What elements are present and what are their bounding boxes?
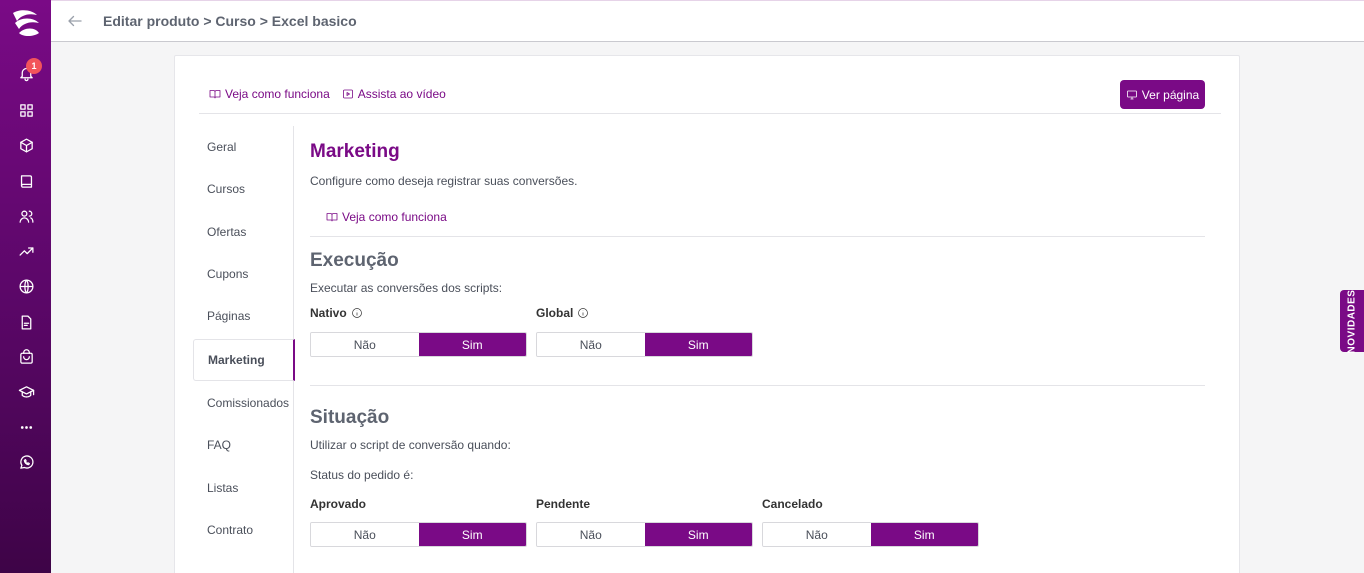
nav-item-faq[interactable]: FAQ xyxy=(193,424,294,466)
nav-item-cupons[interactable]: Cupons xyxy=(193,253,294,295)
nav-item-geral[interactable]: Geral xyxy=(193,126,294,168)
nav-item-ofertas[interactable]: Ofertas xyxy=(193,211,294,253)
nav-item-paginas[interactable]: Páginas xyxy=(193,295,294,337)
top-bar: Editar produto > Curso > Excel basico xyxy=(51,0,1364,42)
pendente-toggle: Não Sim xyxy=(536,522,753,547)
situacao-heading: Situação xyxy=(310,407,390,428)
help-links: Veja como funciona Assista ao vídeo xyxy=(209,87,446,101)
nativo-label: Nativo xyxy=(310,306,363,320)
aprovado-yes-option[interactable]: Sim xyxy=(418,523,526,546)
page-title: Marketing xyxy=(310,141,400,162)
back-arrow-icon[interactable] xyxy=(66,12,84,30)
watch-video-label: Assista ao vídeo xyxy=(357,87,446,101)
product-edit-card: Veja como funciona Assista ao vídeo Ver … xyxy=(174,55,1240,573)
marketing-how-it-works-label: Veja como funciona xyxy=(342,210,447,224)
divider xyxy=(199,113,1221,114)
info-icon[interactable] xyxy=(351,307,363,319)
product-settings-nav: Geral Cursos Ofertas Cupons Páginas Mark… xyxy=(193,126,295,573)
watch-video-link[interactable]: Assista ao vídeo xyxy=(342,87,446,101)
dashboard-icon[interactable] xyxy=(14,98,38,122)
trending-icon[interactable] xyxy=(14,239,38,263)
page-subtitle: Configure como deseja registrar suas con… xyxy=(310,174,578,188)
global-toggle: Não Sim xyxy=(536,332,753,357)
more-dots-icon[interactable] xyxy=(14,415,38,439)
novidades-tab[interactable]: NOVIDADES xyxy=(1340,289,1364,353)
nativo-label-text: Nativo xyxy=(310,306,347,320)
global-no-option[interactable]: Não xyxy=(537,333,645,356)
order-status-label: Status do pedido é: xyxy=(310,468,414,482)
notification-badge: 1 xyxy=(26,58,42,74)
book-open-icon xyxy=(209,90,221,99)
nav-item-listas[interactable]: Listas xyxy=(193,467,294,509)
users-icon[interactable] xyxy=(14,204,38,228)
cancelado-no-option[interactable]: Não xyxy=(763,523,871,546)
aprovado-no-option[interactable]: Não xyxy=(311,523,419,546)
cancelado-label: Cancelado xyxy=(762,497,823,511)
nativo-toggle: Não Sim xyxy=(310,332,527,357)
nav-item-cursos[interactable]: Cursos xyxy=(193,168,294,210)
store-bag-icon[interactable] xyxy=(14,345,38,369)
execucao-heading: Execução xyxy=(310,250,399,271)
view-page-label: Ver página xyxy=(1141,87,1200,102)
cancelado-yes-option[interactable]: Sim xyxy=(870,523,978,546)
divider xyxy=(310,385,1205,386)
product-box-icon[interactable] xyxy=(14,133,38,157)
main-sidebar: 1 xyxy=(0,0,51,573)
cancelado-toggle: Não Sim xyxy=(762,522,979,547)
how-it-works-link[interactable]: Veja como funciona xyxy=(209,87,330,101)
marketing-how-it-works-link[interactable]: Veja como funciona xyxy=(326,210,447,224)
how-it-works-label: Veja como funciona xyxy=(225,87,330,101)
info-icon[interactable] xyxy=(577,307,589,319)
global-label: Global xyxy=(536,306,589,320)
divider xyxy=(310,236,1205,237)
global-label-text: Global xyxy=(536,306,574,320)
nativo-no-option[interactable]: Não xyxy=(311,333,419,356)
execucao-description: Executar as conversões dos scripts: xyxy=(310,281,503,295)
nativo-yes-option[interactable]: Sim xyxy=(418,333,526,356)
pendente-label: Pendente xyxy=(536,497,591,511)
nav-item-contrato[interactable]: Contrato xyxy=(193,509,294,551)
globe-icon[interactable] xyxy=(14,274,38,298)
nav-item-comissionados[interactable]: Comissionados xyxy=(193,382,294,424)
aprovado-toggle: Não Sim xyxy=(310,522,527,547)
document-icon[interactable] xyxy=(14,310,38,334)
play-video-icon xyxy=(342,89,353,99)
pendente-no-option[interactable]: Não xyxy=(537,523,645,546)
global-yes-option[interactable]: Sim xyxy=(644,333,752,356)
situacao-description: Utilizar o script de conversão quando: xyxy=(310,438,511,452)
breadcrumb: Editar produto > Curso > Excel basico xyxy=(103,13,357,29)
aprovado-label: Aprovado xyxy=(310,497,367,511)
book-icon[interactable] xyxy=(14,169,38,193)
graduation-cap-icon[interactable] xyxy=(14,380,38,404)
pendente-yes-option[interactable]: Sim xyxy=(644,523,752,546)
app-logo[interactable] xyxy=(9,7,43,39)
nav-item-marketing[interactable]: Marketing xyxy=(193,339,295,381)
whatsapp-icon[interactable] xyxy=(14,450,38,474)
novidades-label: NOVIDADES xyxy=(1346,289,1358,353)
book-open-icon xyxy=(326,213,338,222)
monitor-icon xyxy=(1126,90,1137,99)
view-page-button[interactable]: Ver página xyxy=(1120,80,1205,109)
